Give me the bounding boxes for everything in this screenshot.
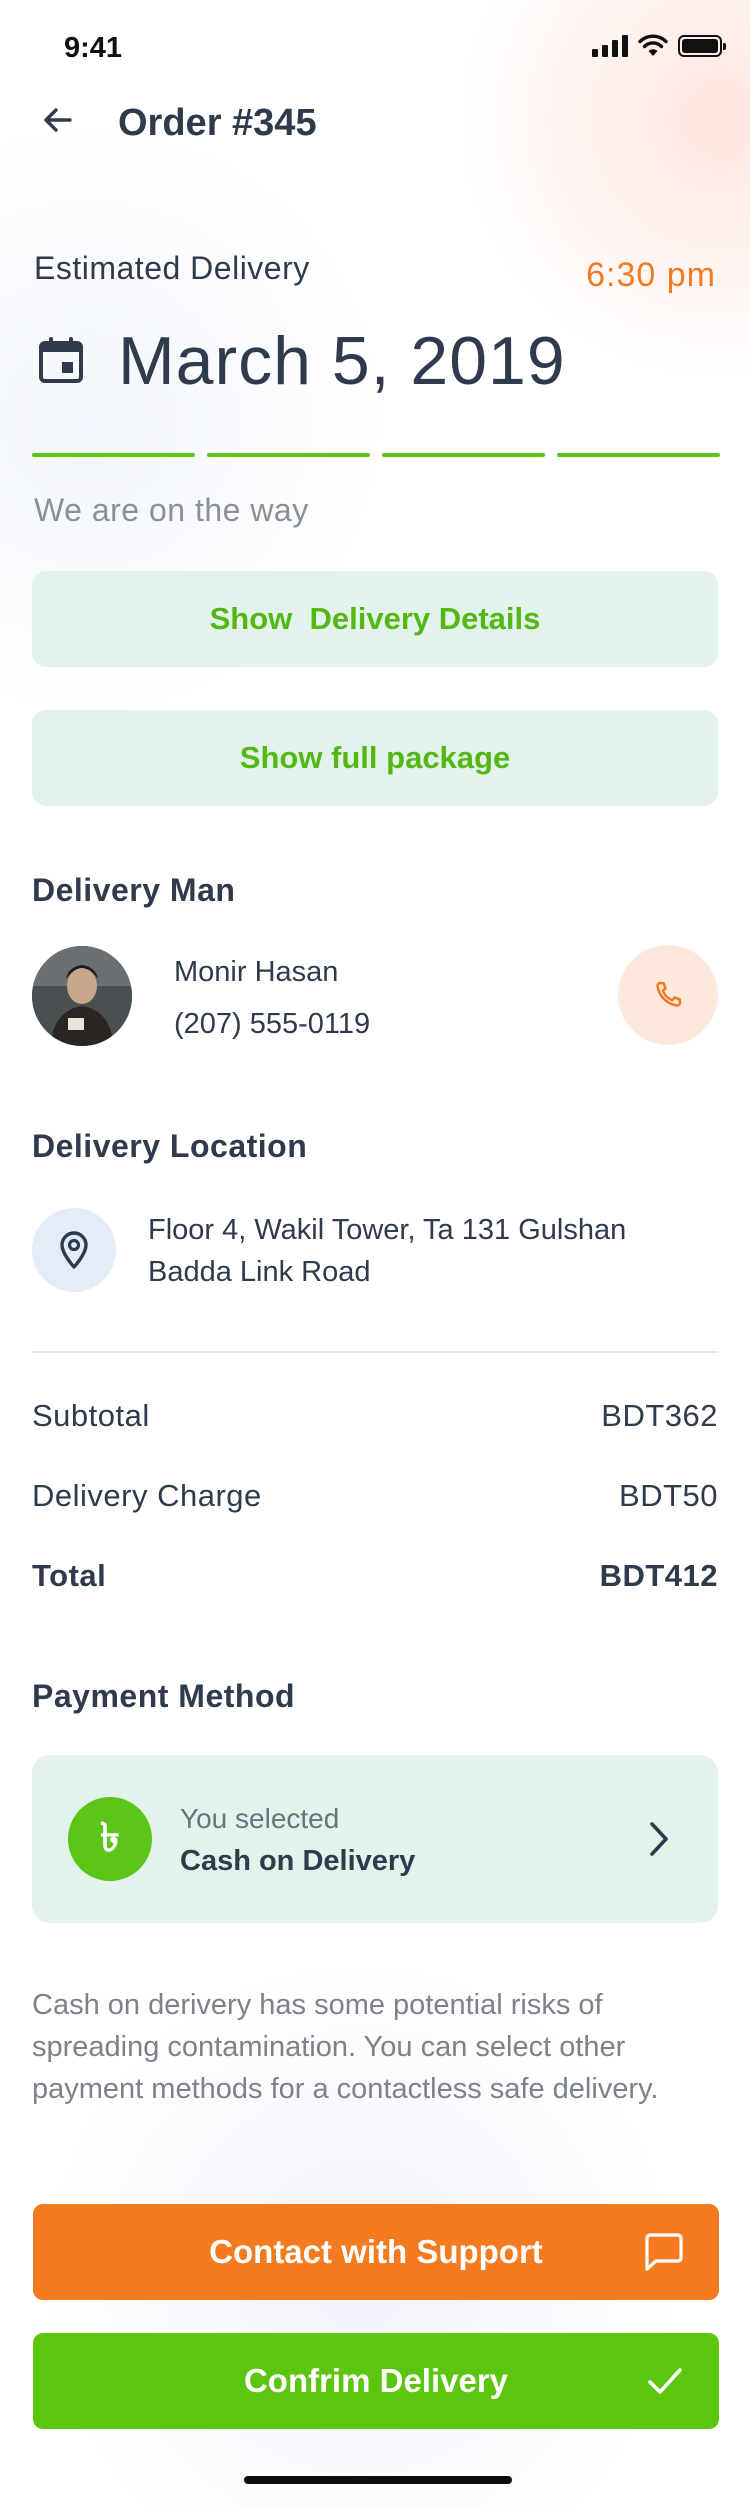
delivery-man-phone: (207) 555-0119 [174,1008,371,1040]
avatar [32,946,132,1046]
show-full-package-button[interactable]: Show full package [32,710,718,806]
battery-icon [678,35,726,57]
delivery-charge-row: Delivery Charge BDT50 [32,1478,718,1514]
delivery-charge-value: BDT50 [619,1478,718,1513]
chat-message-icon [645,2233,683,2271]
back-button[interactable] [34,96,82,144]
payment-method-card[interactable]: ৳ You selected Cash on Delivery [32,1755,718,1923]
estimated-date: March 5, 2019 [118,323,566,399]
order-tracking-screen: 9:41 Order #345 Estimated Delivery 6:30 … [0,0,750,2506]
location-address-line2: Badda Link Road [148,1256,371,1288]
location-pin-badge [32,1208,116,1292]
divider [32,1351,718,1353]
person-avatar-icon [32,946,132,1046]
delivery-progress-bar [32,453,720,457]
payment-selected-label: You selected [180,1803,340,1834]
subtotal-label: Subtotal [32,1398,150,1433]
delivery-status-text: We are on the way [34,492,309,528]
total-value: BDT412 [599,1558,718,1593]
confirm-delivery-button[interactable]: Confrim Delivery [33,2333,719,2429]
confirm-delivery-label: Confrim Delivery [243,2362,509,2399]
progress-step [207,453,370,457]
location-pin-icon [60,1231,88,1269]
status-icons [592,34,726,58]
delivery-location-title: Delivery Location [32,1128,308,1164]
total-row: Total BDT412 [32,1558,718,1594]
payment-method-title: Payment Method [32,1678,296,1714]
subtotal-row: Subtotal BDT362 [32,1398,718,1434]
chevron-right-icon [650,1822,668,1856]
progress-step [32,453,195,457]
status-time: 9:41 [64,32,123,64]
phone-icon [656,981,682,1007]
cellular-signal-icon [592,35,628,57]
arrow-left-icon [44,108,72,132]
delivery-charge-label: Delivery Charge [32,1478,262,1513]
calendar-icon [39,337,83,383]
show-delivery-details-button[interactable]: Show Delivery Details [32,571,718,667]
progress-step [557,453,720,457]
location-address-line1: Floor 4, Wakil Tower, Ta 131 Gulshan [148,1214,627,1246]
total-label: Total [32,1558,107,1593]
delivery-man-name: Monir Hasan [174,956,339,988]
delivery-man-title: Delivery Man [32,872,236,908]
contact-support-button[interactable]: Contact with Support [33,2204,719,2300]
progress-step [382,453,545,457]
estimated-delivery-label: Estimated Delivery [34,250,310,286]
subtotal-value: BDT362 [601,1398,718,1433]
contact-support-label: Contact with Support [209,2233,543,2270]
payment-risk-note: Cash on derivery has some potential risk… [32,1989,659,2105]
estimated-time: 6:30 pm [586,256,716,294]
home-indicator[interactable] [244,2476,512,2484]
taka-currency-icon: ৳ [68,1797,152,1881]
wifi-icon [638,34,668,56]
checkmark-icon [648,2368,682,2394]
payment-method-name: Cash on Delivery [180,1845,416,1877]
page-title: Order #345 [118,102,317,144]
call-button[interactable] [618,945,718,1045]
